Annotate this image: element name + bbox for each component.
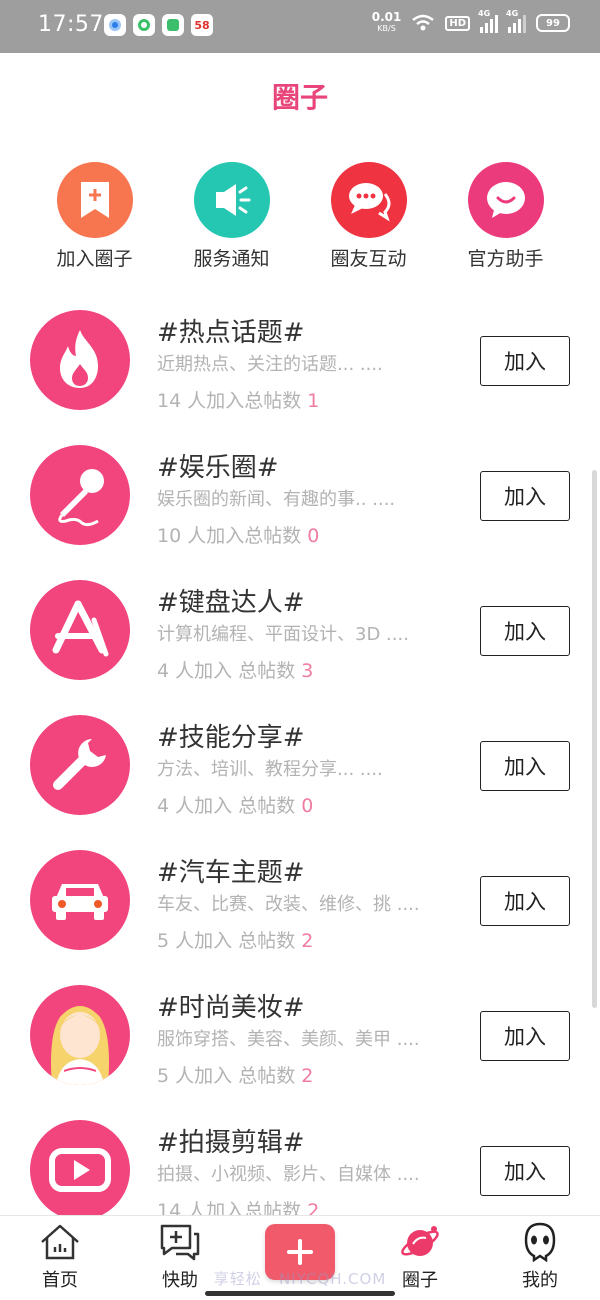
circle-name: #汽车主题# [157, 858, 305, 888]
app-notify-icon [104, 14, 126, 36]
fire-icon [30, 310, 130, 410]
status-app-icons: 58 [104, 14, 213, 36]
circle-row[interactable]: #汽车主题# 车友、比赛、改装、维修、挑 .... 5 人加入 总帖数 2 加入 [0, 840, 600, 975]
app-store-icon [30, 580, 130, 680]
circle-row[interactable]: #时尚美妆# 服饰穿搭、美容、美颜、美甲 .... 5 人加入 总帖数 2 加入 [0, 975, 600, 1110]
quick-label: 圈友互动 [330, 248, 407, 270]
car-icon [30, 850, 130, 950]
circle-description: 拍摄、小视频、影片、自媒体 .... [157, 1164, 420, 1185]
circle-stats: 14 人加入总帖数 1 [157, 390, 320, 412]
quick-label: 官方助手 [467, 248, 544, 270]
video-play-icon [30, 1120, 130, 1220]
signal-icon: 4G [506, 9, 526, 33]
circle-stats: 5 人加入 总帖数 2 [157, 930, 314, 952]
circle-row[interactable]: #热点话题# 近期热点、关注的话题... .... 14 人加入总帖数 1 加入 [0, 300, 600, 435]
circle-description: 娱乐圈的新闻、有趣的事.. .... [157, 489, 396, 510]
join-button[interactable]: 加入 [480, 606, 570, 656]
chat-plus-icon [160, 1224, 200, 1261]
circle-description: 计算机编程、平面设计、3D .... [157, 624, 409, 645]
circle-name: #键盘达人# [157, 588, 305, 618]
circle-name: #时尚美妆# [157, 993, 305, 1023]
quick-join-circle[interactable]: 加入圈子 [26, 162, 163, 271]
app-notify-icon [162, 14, 184, 36]
plus-icon [287, 1239, 313, 1265]
circle-description: 服饰穿搭、美容、美颜、美甲 .... [157, 1029, 420, 1050]
circle-stats: 4 人加入 总帖数 0 [157, 795, 314, 817]
quick-label: 服务通知 [193, 248, 270, 270]
scrollbar[interactable] [592, 470, 597, 1008]
join-button[interactable]: 加入 [480, 741, 570, 791]
microphone-icon [30, 445, 130, 545]
circle-row[interactable]: #技能分享# 方法、培训、教程分享... .... 4 人加入 总帖数 0 加入 [0, 705, 600, 840]
join-button[interactable]: 加入 [480, 336, 570, 386]
circle-row[interactable]: #键盘达人# 计算机编程、平面设计、3D .... 4 人加入 总帖数 3 加入 [0, 570, 600, 705]
circle-stats: 10 人加入总帖数 0 [157, 525, 320, 547]
circle-name: #技能分享# [157, 723, 305, 753]
quick-label: 加入圈子 [56, 248, 133, 270]
status-bar: 17:57 58 0.01 KB/S HD 4G 4G 99 [0, 0, 600, 53]
circle-list: #热点话题# 近期热点、关注的话题... .... 14 人加入总帖数 1 加入… [0, 300, 600, 1245]
circle-stats: 4 人加入 总帖数 3 [157, 660, 314, 682]
app-notify-icon [133, 14, 155, 36]
wrench-icon [30, 715, 130, 815]
chat-bubbles-icon [330, 162, 407, 238]
megaphone-icon [193, 162, 270, 238]
circle-description: 车友、比赛、改装、维修、挑 .... [157, 894, 420, 915]
join-button[interactable]: 加入 [480, 1146, 570, 1196]
circle-name: #拍摄剪辑# [157, 1128, 305, 1158]
join-button[interactable]: 加入 [480, 471, 570, 521]
circle-description: 方法、培训、教程分享... .... [157, 759, 383, 780]
signal-icon: 4G [478, 9, 498, 33]
quick-friend-interaction[interactable]: 圈友互动 [300, 162, 437, 271]
quick-actions: 加入圈子 服务通知 圈友互动 官方助手 [26, 162, 574, 271]
page-title: 圈子 [271, 81, 328, 114]
circle-stats: 5 人加入 总帖数 2 [157, 1065, 314, 1087]
planet-icon [401, 1226, 439, 1256]
join-button[interactable]: 加入 [480, 1011, 570, 1061]
net-speed: 0.01 KB/S [371, 10, 402, 33]
battery-icon: 99 [536, 14, 570, 32]
join-button[interactable]: 加入 [480, 876, 570, 926]
circle-description: 近期热点、关注的话题... .... [157, 354, 383, 375]
ghost-face-icon [524, 1222, 556, 1262]
quick-official-assistant[interactable]: 官方助手 [437, 162, 574, 271]
hd-badge: HD [445, 15, 470, 31]
circle-name: #娱乐圈# [157, 453, 279, 483]
smile-bubble-icon [467, 162, 544, 238]
home-icon [41, 1224, 79, 1260]
home-indicator[interactable] [205, 1291, 395, 1296]
bookmark-plus-icon [56, 162, 133, 238]
app-58-icon: 58 [191, 14, 213, 36]
status-indicators: 0.01 KB/S HD 4G 4G 99 [371, 9, 570, 34]
status-time: 17:57 [38, 12, 104, 37]
wifi-icon [412, 14, 435, 31]
circle-name: #热点话题# [157, 318, 305, 348]
circle-row[interactable]: #娱乐圈# 娱乐圈的新闻、有趣的事.. .... 10 人加入总帖数 0 加入 [0, 435, 600, 570]
quick-service-notice[interactable]: 服务通知 [163, 162, 300, 271]
watermark: 享轻松 · NIYCQH.COM [213, 1270, 387, 1288]
girl-avatar-icon [30, 985, 130, 1085]
